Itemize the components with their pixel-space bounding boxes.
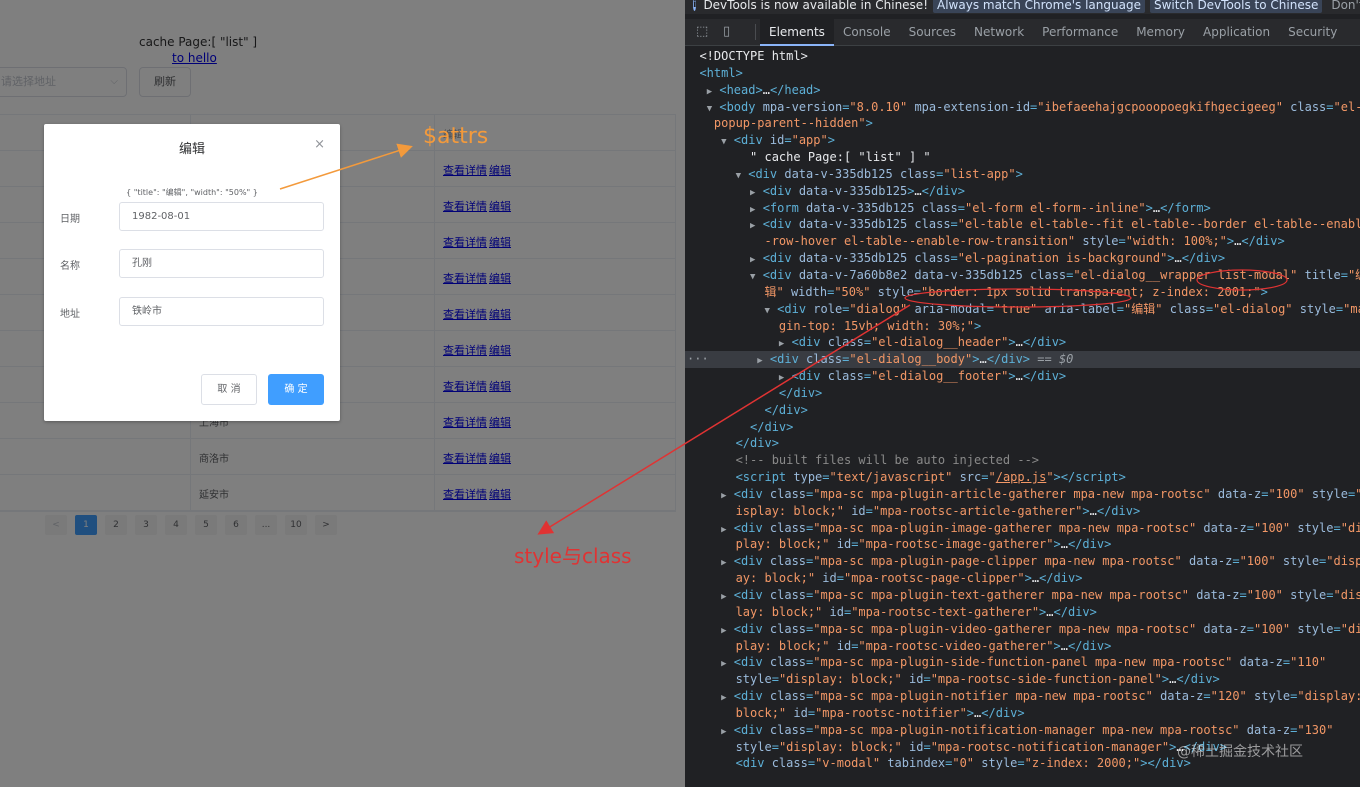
dom-line[interactable]: ▶ <div class="el-dialog__header">…</div>	[685, 334, 1360, 351]
dom-line[interactable]: ▼ <div data-v-335db125 class="list-app">	[685, 166, 1360, 183]
dom-line[interactable]: ▶ <div class="mpa-sc mpa-plugin-page-cli…	[685, 553, 1360, 570]
dom-line[interactable]: ▶ <div class="mpa-sc mpa-plugin-notifica…	[685, 722, 1360, 739]
tab-elements[interactable]: Elements	[760, 18, 834, 46]
dom-line[interactable]: lay: block;" id="mpa-rootsc-text-gathere…	[685, 604, 1360, 621]
app-page: cache Page:[ "list" ] to hello 请选择地址 ⌵ 刷…	[0, 0, 685, 787]
inspect-element-icon[interactable]: ⬚	[696, 25, 712, 39]
edit-dialog: 编辑 × { "title": "编辑", "width": "50%" } 日…	[44, 124, 340, 421]
close-icon[interactable]: ×	[314, 137, 325, 152]
dom-line[interactable]: ▶ <div class="el-dialog__footer">…</div>	[685, 368, 1360, 385]
device-toolbar-icon[interactable]: ▯	[723, 25, 739, 39]
dom-line[interactable]: ▼ <div id="app">	[685, 132, 1360, 149]
dom-line[interactable]: ▶ <div data-v-335db125>…</div>	[685, 183, 1360, 200]
dom-line[interactable]: <html>	[685, 65, 1360, 82]
dom-line[interactable]: ay: block;" id="mpa-rootsc-page-clipper"…	[685, 570, 1360, 587]
dom-line[interactable]: ▶ <div class="mpa-sc mpa-plugin-article-…	[685, 486, 1360, 503]
date-field[interactable]: 1982-08-01	[119, 202, 324, 231]
field-label-date: 日期	[60, 214, 80, 225]
dom-line[interactable]: 辑" width="50%" style="border: 1px solid …	[685, 284, 1360, 301]
dom-line[interactable]: </div>	[685, 385, 1360, 402]
match-language-button[interactable]: Always match Chrome's language	[933, 0, 1145, 13]
dom-line[interactable]: <!-- built files will be auto injected -…	[685, 452, 1360, 469]
devtools-panel: i DevTools is now available in Chinese! …	[685, 0, 1360, 787]
dom-line[interactable]: </div>	[685, 402, 1360, 419]
dom-line[interactable]: ▶ <head>…</head>	[685, 82, 1360, 99]
dom-line[interactable]: play: block;" id="mpa-rootsc-image-gathe…	[685, 536, 1360, 553]
dom-line[interactable]: ▶ <div data-v-335db125 class="el-table e…	[685, 216, 1360, 233]
tab-console[interactable]: Console	[834, 19, 900, 46]
switch-chinese-button[interactable]: Switch DevTools to Chinese	[1149, 0, 1323, 13]
dom-line[interactable]: </div>	[685, 419, 1360, 436]
confirm-button[interactable]: 确 定	[268, 374, 324, 405]
dom-line[interactable]: </div>	[685, 435, 1360, 452]
dialog-attrs-text: { "title": "编辑", "width": "50%" }	[126, 188, 258, 197]
tab-security[interactable]: Security	[1279, 19, 1346, 46]
dom-line[interactable]: " cache Page:[ "list" ] "	[685, 149, 1360, 166]
dom-line[interactable]: <script type="text/javascript" src="/app…	[685, 469, 1360, 486]
dom-line[interactable]: -row-hover el-table--enable-row-transiti…	[685, 233, 1360, 250]
info-icon: i	[693, 0, 697, 11]
style-class-annotation: style与class	[514, 544, 632, 568]
dom-line[interactable]: ▶ <div class="mpa-sc mpa-plugin-notifier…	[685, 688, 1360, 705]
tab-performance[interactable]: Performance	[1033, 19, 1127, 46]
cancel-button[interactable]: 取 消	[201, 374, 257, 405]
address-field[interactable]: 铁岭市	[119, 297, 324, 326]
dom-line[interactable]: ▶ <div class="mpa-sc mpa-plugin-side-fun…	[685, 654, 1360, 671]
toolbar-divider	[755, 24, 756, 40]
dom-line[interactable]: ▶ <div class="mpa-sc mpa-plugin-text-gat…	[685, 587, 1360, 604]
tab-network[interactable]: Network	[965, 19, 1033, 46]
dom-line[interactable]: ▶ <div class="mpa-sc mpa-plugin-image-ga…	[685, 520, 1360, 537]
watermark: @稀土掘金技术社区	[1177, 744, 1303, 760]
elements-dom-tree: <!DOCTYPE html> <html> ▶ <head>…</head> …	[685, 48, 1360, 772]
dom-line[interactable]: ▼ <div data-v-7a60b8e2 data-v-335db125 c…	[685, 267, 1360, 284]
attrs-annotation: $attrs	[423, 124, 489, 149]
dialog-title: 编辑	[178, 142, 205, 157]
dom-line[interactable]: ▼ <body mpa-version="8.0.10" mpa-extensi…	[685, 99, 1360, 116]
field-label-name: 名称	[60, 261, 80, 272]
field-label-address: 地址	[60, 309, 80, 320]
dont-show-button[interactable]: Don't show a	[1327, 0, 1360, 13]
tab-memory[interactable]: Memory	[1127, 19, 1194, 46]
tab-application[interactable]: Application	[1194, 19, 1279, 46]
tab-sources[interactable]: Sources	[900, 19, 965, 46]
notice-text: DevTools is now available in Chinese!	[703, 0, 928, 12]
dom-line[interactable]: style="display: block;" id="mpa-rootsc-s…	[685, 671, 1360, 688]
devtools-language-notice: i DevTools is now available in Chinese! …	[685, 0, 1360, 14]
dom-line[interactable]: <!DOCTYPE html>	[685, 48, 1360, 65]
dom-line[interactable]: gin-top: 15vh; width: 30%;">	[685, 318, 1360, 335]
name-field[interactable]: 孔刚	[119, 249, 324, 278]
dom-line[interactable]: play: block;" id="mpa-rootsc-video-gathe…	[685, 638, 1360, 655]
dom-line[interactable]: popup-parent--hidden">	[685, 115, 1360, 132]
devtools-tab-bar: ⬚ ▯ Elements Console Sources Network Per…	[685, 18, 1360, 46]
dom-line[interactable]: ▶ <form data-v-335db125 class="el-form e…	[685, 200, 1360, 217]
dom-line-selected[interactable]: ··· ▶ <div class="el-dialog__body">…</di…	[685, 351, 1360, 369]
dom-line[interactable]: ▼ <div role="dialog" aria-modal="true" a…	[685, 301, 1360, 318]
dom-line[interactable]: ▶ <div data-v-335db125 class="el-paginat…	[685, 250, 1360, 267]
dom-line[interactable]: isplay: block;" id="mpa-rootsc-article-g…	[685, 503, 1360, 520]
dom-line[interactable]: ▶ <div class="mpa-sc mpa-plugin-video-ga…	[685, 621, 1360, 638]
dom-line[interactable]: block;" id="mpa-rootsc-notifier">…</div>	[685, 705, 1360, 722]
